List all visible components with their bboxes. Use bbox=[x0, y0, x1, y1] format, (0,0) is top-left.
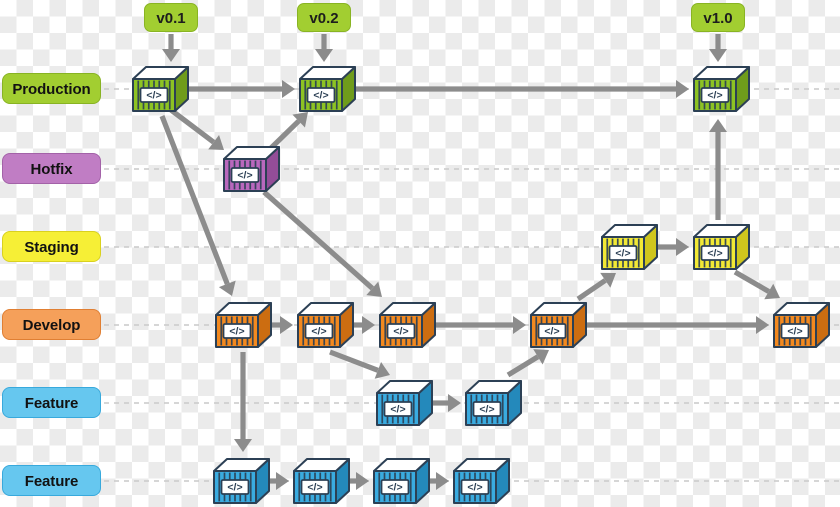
commit-container-dev5[interactable]: </> bbox=[772, 301, 830, 349]
code-plate-label: </> bbox=[390, 403, 405, 415]
container-icon: </> bbox=[373, 458, 430, 504]
version-tag-v01[interactable]: v0.1 bbox=[144, 3, 198, 32]
lane-label-hotfix[interactable]: Hotfix bbox=[2, 153, 101, 184]
code-plate-label: </> bbox=[311, 325, 326, 337]
version-tag-v10[interactable]: v1.0 bbox=[691, 3, 745, 32]
lane-label-text: Feature bbox=[24, 395, 79, 412]
commit-container-feat2d[interactable]: </> bbox=[452, 457, 510, 505]
commit-container-stg2[interactable]: </> bbox=[692, 223, 750, 271]
commit-container-stg1[interactable]: </> bbox=[600, 223, 658, 271]
code-plate-label: </> bbox=[707, 89, 722, 101]
container-icon: </> bbox=[379, 302, 436, 348]
container-icon: </> bbox=[693, 224, 750, 270]
lane-label-staging[interactable]: Staging bbox=[2, 231, 101, 262]
container-icon: </> bbox=[297, 302, 354, 348]
code-plate-label: </> bbox=[387, 481, 402, 493]
container-icon: </> bbox=[453, 458, 510, 504]
lane-label-text: Feature bbox=[24, 473, 79, 490]
code-plate-label: </> bbox=[787, 325, 802, 337]
code-plate-label: </> bbox=[227, 481, 242, 493]
commit-container-dev4[interactable]: </> bbox=[529, 301, 587, 349]
code-plate-label: </> bbox=[313, 89, 328, 101]
code-plate-label: </> bbox=[393, 325, 408, 337]
node-layer: Production Hotfix Staging Develop Feature Fea… bbox=[0, 0, 840, 507]
commit-container-prod1[interactable]: </> bbox=[131, 65, 189, 113]
code-plate-label: </> bbox=[146, 89, 161, 101]
container-icon: </> bbox=[223, 146, 280, 192]
commit-container-feat1b[interactable]: </> bbox=[464, 379, 522, 427]
lane-label-text: Develop bbox=[22, 317, 81, 334]
container-icon: </> bbox=[376, 380, 433, 426]
commit-container-dev3[interactable]: </> bbox=[378, 301, 436, 349]
commit-container-hot1[interactable]: </> bbox=[222, 145, 280, 193]
code-plate-label: </> bbox=[307, 481, 322, 493]
lane-label-text: Production bbox=[12, 81, 91, 98]
version-tag-text: v0.2 bbox=[309, 10, 339, 27]
lane-label-text: Staging bbox=[24, 239, 79, 256]
code-plate-label: </> bbox=[237, 169, 252, 181]
container-icon: </> bbox=[293, 458, 350, 504]
lane-label-feature2[interactable]: Feature bbox=[2, 465, 101, 496]
version-tag-text: v0.1 bbox=[156, 10, 186, 27]
container-icon: </> bbox=[132, 66, 189, 112]
commit-container-dev1[interactable]: </> bbox=[214, 301, 272, 349]
lane-label-text: Hotfix bbox=[30, 161, 73, 178]
lane-label-feature1[interactable]: Feature bbox=[2, 387, 101, 418]
code-plate-label: </> bbox=[479, 403, 494, 415]
commit-container-feat2a[interactable]: </> bbox=[212, 457, 270, 505]
container-icon: </> bbox=[530, 302, 587, 348]
code-plate-label: </> bbox=[707, 247, 722, 259]
lane-label-production[interactable]: Production bbox=[2, 73, 101, 104]
container-icon: </> bbox=[693, 66, 750, 112]
container-icon: </> bbox=[773, 302, 830, 348]
container-icon: </> bbox=[215, 302, 272, 348]
container-icon: </> bbox=[213, 458, 270, 504]
code-plate-label: </> bbox=[467, 481, 482, 493]
code-plate-label: </> bbox=[544, 325, 559, 337]
commit-container-prod3[interactable]: </> bbox=[692, 65, 750, 113]
lane-label-develop[interactable]: Develop bbox=[2, 309, 101, 340]
version-tag-text: v1.0 bbox=[703, 10, 733, 27]
container-icon: </> bbox=[601, 224, 658, 270]
commit-container-prod2[interactable]: </> bbox=[298, 65, 356, 113]
commit-container-feat2b[interactable]: </> bbox=[292, 457, 350, 505]
code-plate-label: </> bbox=[229, 325, 244, 337]
commit-container-feat2c[interactable]: </> bbox=[372, 457, 430, 505]
container-icon: </> bbox=[465, 380, 522, 426]
commit-container-feat1a[interactable]: </> bbox=[375, 379, 433, 427]
commit-container-dev2[interactable]: </> bbox=[296, 301, 354, 349]
version-tag-v02[interactable]: v0.2 bbox=[297, 3, 351, 32]
diagram-canvas: Production Hotfix Staging Develop Feature Fea… bbox=[0, 0, 840, 507]
code-plate-label: </> bbox=[615, 247, 630, 259]
container-icon: </> bbox=[299, 66, 356, 112]
